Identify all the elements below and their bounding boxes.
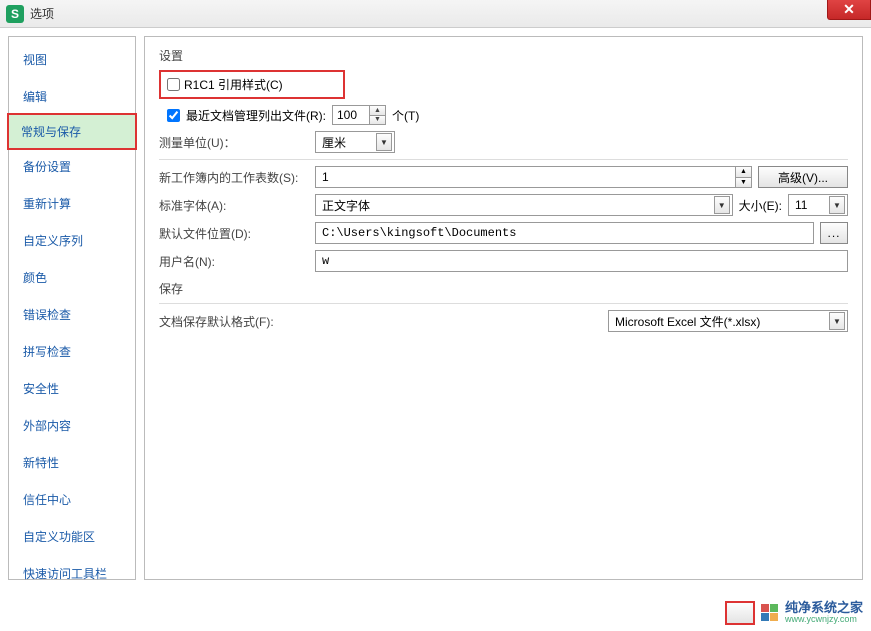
font-select[interactable]: 正文字体 ▼ [315, 194, 733, 216]
sidebar-item-general-save[interactable]: 常规与保存 [7, 113, 137, 150]
spinner-down-icon[interactable]: ▼ [736, 178, 751, 188]
unit-value: 厘米 [322, 134, 372, 151]
separator [159, 303, 848, 304]
save-format-select[interactable]: Microsoft Excel 文件(*.xlsx) ▼ [608, 310, 848, 332]
watermark-url: www.ycwnjzy.com [785, 615, 863, 625]
r1c1-checkbox[interactable] [167, 78, 180, 91]
dropdown-icon: ▼ [376, 133, 392, 151]
group-settings-label: 设置 [159, 47, 848, 64]
dropdown-icon: ▼ [829, 196, 845, 214]
app-icon: S [6, 5, 24, 23]
group-save-label: 保存 [159, 280, 848, 297]
close-button[interactable]: ✕ [827, 0, 871, 20]
bottom-bar: 纯净系统之家 www.ycwnjzy.com [725, 601, 863, 625]
sidebar-item-security[interactable]: 安全性 [9, 370, 135, 407]
sidebar-item-custom-ribbon[interactable]: 自定义功能区 [9, 518, 135, 555]
sidebar-item-quick-access[interactable]: 快速访问工具栏 [9, 555, 135, 592]
watermark-title: 纯净系统之家 [785, 601, 863, 615]
watermark: 纯净系统之家 www.ycwnjzy.com [761, 601, 863, 625]
content-panel: 设置 R1C1 引用样式(C) 最近文档管理列出文件(R): ▲ ▼ 个(T) … [144, 36, 863, 580]
sidebar-item-spell-check[interactable]: 拼写检查 [9, 333, 135, 370]
sidebar-item-color[interactable]: 颜色 [9, 259, 135, 296]
sidebar-item-trust-center[interactable]: 信任中心 [9, 481, 135, 518]
highlighted-bottom-button[interactable] [725, 601, 755, 625]
r1c1-label: R1C1 引用样式(C) [184, 76, 283, 93]
recent-docs-checkbox[interactable] [167, 109, 180, 122]
dropdown-icon: ▼ [829, 312, 845, 330]
dropdown-icon: ▼ [714, 196, 730, 214]
sidebar-item-backup[interactable]: 备份设置 [9, 148, 135, 185]
sidebar-item-new-features[interactable]: 新特性 [9, 444, 135, 481]
font-value: 正文字体 [322, 197, 710, 214]
spinner-down-icon[interactable]: ▼ [370, 116, 385, 125]
recent-docs-unit: 个(T) [392, 107, 419, 124]
sidebar-item-custom-list[interactable]: 自定义序列 [9, 222, 135, 259]
advanced-button[interactable]: 高级(V)... [758, 166, 848, 188]
window-title: 选项 [30, 5, 54, 22]
username-field[interactable]: w [315, 250, 848, 272]
recent-docs-spinner[interactable]: ▲ ▼ [332, 105, 386, 125]
sidebar-item-recalc[interactable]: 重新计算 [9, 185, 135, 222]
spinner-up-icon[interactable]: ▲ [370, 106, 385, 116]
size-select[interactable]: 11 ▼ [788, 194, 848, 216]
save-format-label: 文档保存默认格式(F): [159, 313, 309, 330]
sidebar: 视图 编辑 常规与保存 备份设置 重新计算 自定义序列 颜色 错误检查 拼写检查… [8, 36, 136, 580]
default-location-label: 默认文件位置(D): [159, 225, 309, 242]
watermark-logo-icon [761, 604, 779, 622]
unit-label: 测量单位(U)： [159, 134, 309, 151]
browse-button[interactable]: ... [820, 222, 848, 244]
sidebar-item-view[interactable]: 视图 [9, 41, 135, 78]
size-value: 11 [795, 198, 825, 212]
titlebar: S 选项 ✕ [0, 0, 871, 28]
sidebar-item-external[interactable]: 外部内容 [9, 407, 135, 444]
close-icon: ✕ [843, 1, 855, 18]
username-label: 用户名(N): [159, 253, 309, 270]
default-location-field[interactable]: C:\Users\kingsoft\Documents [315, 222, 814, 244]
separator [159, 159, 848, 160]
save-format-value: Microsoft Excel 文件(*.xlsx) [615, 313, 825, 330]
sidebar-item-edit[interactable]: 编辑 [9, 78, 135, 115]
r1c1-highlight: R1C1 引用样式(C) [159, 70, 345, 99]
spinner-up-icon[interactable]: ▲ [736, 167, 751, 178]
sheets-input[interactable] [316, 170, 735, 184]
unit-select[interactable]: 厘米 ▼ [315, 131, 395, 153]
recent-docs-input[interactable] [333, 106, 369, 124]
size-label: 大小(E): [739, 197, 782, 214]
font-label: 标准字体(A): [159, 197, 309, 214]
sidebar-item-error-check[interactable]: 错误检查 [9, 296, 135, 333]
recent-docs-label: 最近文档管理列出文件(R): [186, 107, 326, 124]
sheets-label: 新工作簿内的工作表数(S): [159, 169, 309, 186]
sheets-spinner[interactable]: ▲ ▼ [315, 166, 752, 188]
